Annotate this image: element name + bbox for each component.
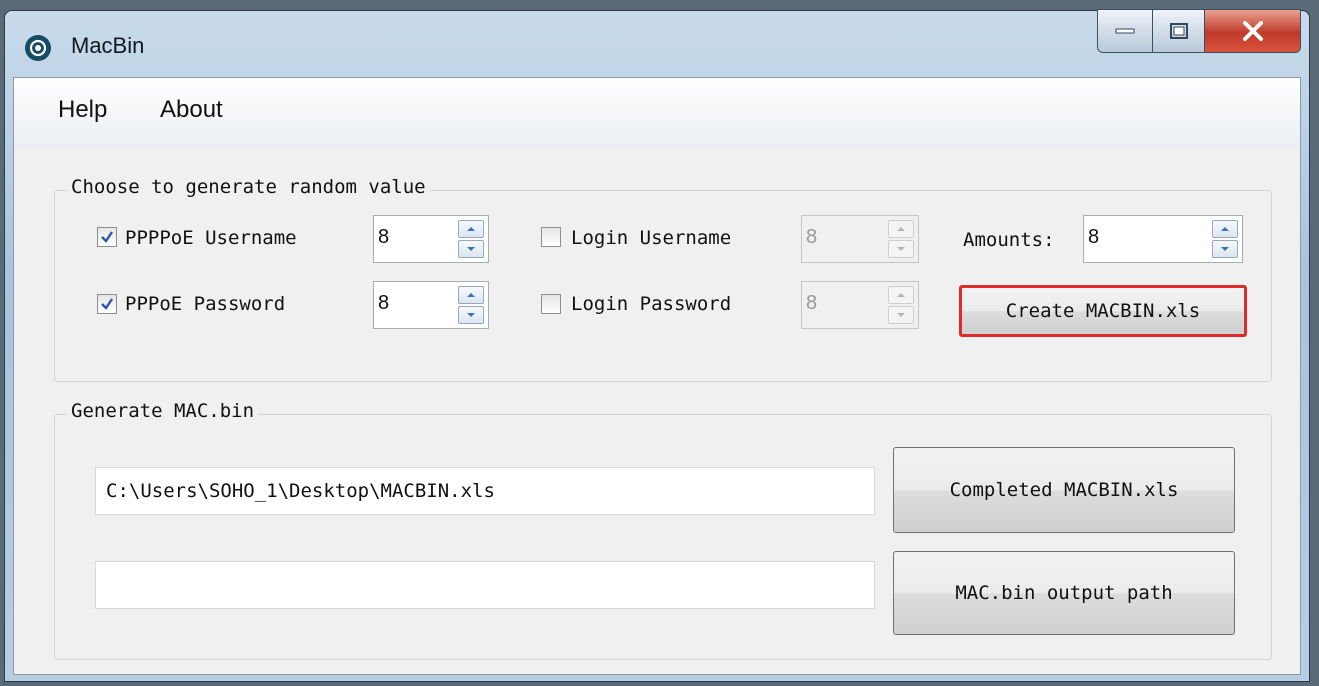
mac-group-title: Generate MAC.bin bbox=[67, 400, 259, 422]
arrow-up-icon bbox=[467, 227, 475, 231]
login-password-label: Login Password bbox=[571, 293, 732, 315]
spin-up-button[interactable] bbox=[888, 220, 914, 238]
close-button[interactable] bbox=[1205, 9, 1301, 53]
arrow-up-icon bbox=[897, 227, 905, 231]
pppoe-password-value: 8 bbox=[378, 292, 390, 314]
spin-up-button[interactable] bbox=[458, 286, 484, 304]
spin-up-button[interactable] bbox=[888, 286, 914, 304]
spin-down-button[interactable] bbox=[458, 240, 484, 258]
minimize-button[interactable] bbox=[1097, 9, 1153, 53]
arrow-down-icon bbox=[467, 247, 475, 251]
create-macbin-button[interactable]: Create MACBIN.xls bbox=[959, 285, 1247, 337]
login-username-value: 8 bbox=[806, 226, 818, 248]
generate-mac-group: Generate MAC.bin C:\Users\SOHO_1\Desktop… bbox=[54, 400, 1272, 660]
spin-down-button[interactable] bbox=[1212, 240, 1238, 258]
arrow-up-icon bbox=[1221, 227, 1229, 231]
close-icon bbox=[1242, 21, 1263, 41]
checkmark-icon bbox=[101, 231, 113, 243]
menu-bar: Help About bbox=[14, 78, 1300, 148]
checkmark-icon bbox=[101, 298, 113, 310]
pppoe-username-label: PPPPoE Username bbox=[125, 227, 297, 249]
pppoe-username-spinner[interactable]: 8 bbox=[373, 215, 489, 263]
client-area: Help About Choose to generate random val… bbox=[13, 77, 1301, 675]
maximize-button[interactable] bbox=[1153, 9, 1205, 53]
arrow-down-icon bbox=[897, 313, 905, 317]
login-username-spinner[interactable]: 8 bbox=[801, 215, 919, 263]
login-password-spinner[interactable]: 8 bbox=[801, 281, 919, 329]
pppoe-password-checkbox[interactable] bbox=[97, 294, 117, 314]
arrow-up-icon bbox=[467, 293, 475, 297]
app-icon bbox=[25, 35, 51, 61]
amounts-spinner[interactable]: 8 bbox=[1083, 215, 1243, 263]
spin-down-button[interactable] bbox=[888, 240, 914, 258]
login-password-value: 8 bbox=[806, 292, 818, 314]
app-window: MacBin Help About Choose to generate ran… bbox=[4, 9, 1310, 682]
arrow-up-icon bbox=[897, 293, 905, 297]
amounts-value: 8 bbox=[1088, 226, 1100, 248]
menu-help[interactable]: Help bbox=[58, 96, 107, 124]
arrow-down-icon bbox=[1221, 247, 1229, 251]
completed-macbin-button[interactable]: Completed MACBIN.xls bbox=[893, 447, 1235, 533]
spin-down-button[interactable] bbox=[888, 306, 914, 324]
login-username-label: Login Username bbox=[571, 227, 732, 249]
pppoe-username-value: 8 bbox=[378, 226, 390, 248]
spin-down-button[interactable] bbox=[458, 306, 484, 324]
amounts-label: Amounts: bbox=[963, 229, 1055, 251]
menu-about[interactable]: About bbox=[160, 96, 223, 124]
pppoe-password-spinner[interactable]: 8 bbox=[373, 281, 489, 329]
xls-path-field[interactable]: C:\Users\SOHO_1\Desktop\MACBIN.xls bbox=[95, 467, 875, 515]
mac-output-path-button[interactable]: MAC.bin output path bbox=[893, 551, 1235, 635]
random-group-title: Choose to generate random value bbox=[67, 176, 430, 198]
spin-up-button[interactable] bbox=[458, 220, 484, 238]
minimize-icon bbox=[1115, 28, 1135, 34]
arrow-down-icon bbox=[897, 247, 905, 251]
pppoe-password-label: PPPoE Password bbox=[125, 293, 286, 315]
title-bar[interactable]: MacBin bbox=[5, 9, 1309, 77]
random-value-group: Choose to generate random value PPPPoE U… bbox=[54, 176, 1272, 382]
maximize-icon bbox=[1169, 23, 1188, 39]
login-username-checkbox[interactable] bbox=[541, 227, 561, 247]
arrow-down-icon bbox=[467, 313, 475, 317]
login-password-checkbox[interactable] bbox=[541, 294, 561, 314]
spin-up-button[interactable] bbox=[1212, 220, 1238, 238]
pppoe-username-checkbox[interactable] bbox=[97, 227, 117, 247]
output-path-field[interactable] bbox=[95, 561, 875, 609]
window-title: MacBin bbox=[71, 33, 145, 58]
